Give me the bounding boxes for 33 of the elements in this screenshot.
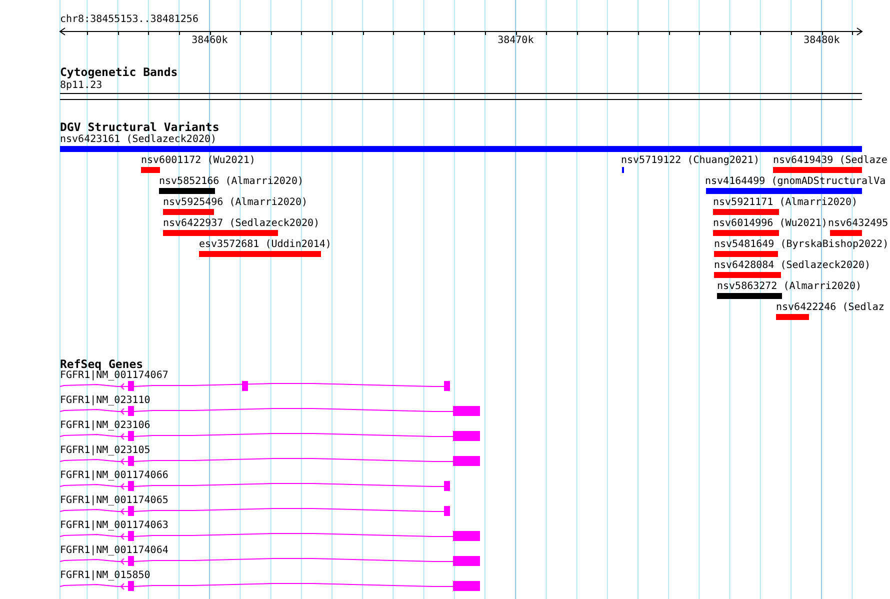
variant-label: nsv6419439 (Sedlaze [773, 155, 888, 167]
tick-label: 38470k [498, 35, 534, 47]
transcript-label: FGFR1|NM_001174066 [60, 470, 168, 482]
transcript-label: FGFR1|NM_015850 [60, 570, 150, 582]
transcript-label: FGFR1|NM_001174067 [60, 370, 168, 382]
tick-label: 38460k [192, 35, 228, 47]
variant-label: nsv6432495 [828, 218, 888, 230]
variant-label: nsv6422937 (Sedlazeck2020) [163, 218, 320, 230]
variant-label: nsv6428084 (Sedlazeck2020) [714, 260, 871, 272]
variant-label: nsv6422246 (Sedlaz [776, 302, 884, 314]
variant-label: nsv5719122 (Chuang2021) [621, 155, 760, 167]
tick-label: 38480k [804, 35, 840, 47]
transcript-label: FGFR1|NM_023106 [60, 420, 150, 432]
variant-label: nsv5925496 (Almarri2020) [163, 197, 308, 209]
transcript-label: FGFR1|NM_001174065 [60, 495, 168, 507]
variant-label: nsv6423161 (Sedlazeck2020) [60, 134, 217, 146]
variant-label: nsv5863272 (Almarri2020) [717, 281, 862, 293]
variant-label: nsv6001172 (Wu2021) [141, 155, 256, 167]
track-title: Cytogenetic Bands [60, 66, 178, 79]
variant-label: nsv6014996 (Wu2021) [713, 218, 828, 230]
transcript-label: FGFR1|NM_023110 [60, 395, 150, 407]
transcript-label: FGFR1|NM_023105 [60, 445, 150, 457]
track-title: RefSeq Genes [60, 358, 144, 371]
band-label: 8p11.23 [60, 80, 102, 92]
region-label: chr8:38455153..38481256 [60, 14, 198, 26]
track-title: DGV Structural Variants [60, 121, 220, 134]
variant-label: nsv5852166 (Almarri2020) [159, 176, 304, 188]
variant-label: nsv5921171 (Almarri2020) [713, 197, 858, 209]
variant-label: nsv4164499 (gnomADStructuralVa [705, 176, 886, 188]
variant-label: esv3572681 (Uddin2014) [199, 239, 332, 251]
transcript-label: FGFR1|NM_001174064 [60, 545, 168, 557]
variant-label: nsv5481649 (ByrskaBishop2022) [714, 239, 889, 251]
transcript-label: FGFR1|NM_001174063 [60, 520, 168, 532]
